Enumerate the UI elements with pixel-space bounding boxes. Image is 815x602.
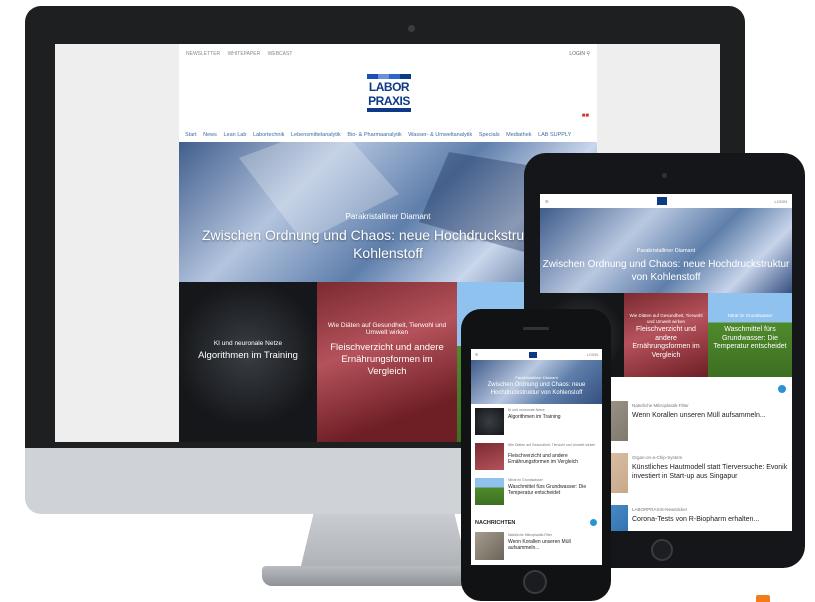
logo-text-line1: LABOR: [368, 80, 410, 94]
list-item[interactable]: KI und neuronale Netze Algorithmen im Tr…: [471, 405, 602, 439]
hero-headline: Zwischen Ordnung und Chaos: neue Hochdru…: [487, 382, 586, 396]
news-thumbnail: [475, 408, 504, 435]
list-item[interactable]: Wie Diäten auf Gesundheit, Tierwohl und …: [471, 440, 602, 474]
tablet-topbar: ☰ LOGIN: [540, 194, 792, 208]
login-link[interactable]: LOGIN: [569, 51, 585, 57]
nav-item-labortechnik[interactable]: Labortechnik: [253, 132, 285, 138]
phone-hero-teaser[interactable]: Parakristalliner Diamant Zwischen Ordnun…: [471, 360, 602, 404]
teaser-tile-diets[interactable]: Wie Diäten auf Gesundheit, Tierwohl und …: [317, 282, 457, 442]
list-item-kicker: LABORPRAXIS-Newsticker: [632, 507, 688, 512]
nav-item-lebensmittelanalytik[interactable]: Lebensmittelanalytik: [291, 132, 341, 138]
list-item-kicker: Natürliche Mikroplastik-Filter: [632, 403, 689, 408]
tablet-logo[interactable]: [656, 197, 667, 205]
logo-bottom-bar: [367, 108, 411, 112]
list-item-kicker: Nitrat im Grundwasser: [508, 478, 543, 482]
nav-item-bio-pharma[interactable]: Bio- & Pharmaanalytik: [347, 132, 401, 138]
list-item-headline: Algorithmen im Training: [508, 414, 561, 420]
nav-item-mediathek[interactable]: Mediathek: [506, 132, 531, 138]
list-item-kicker: KI und neuronale Netze: [508, 408, 545, 412]
logo-text-line2: PRAXIS: [368, 94, 410, 108]
hero-headline: Zwischen Ordnung und Chaos: neue Hochdru…: [542, 259, 790, 283]
tile-kicker: Wie Diäten auf Gesundheit, Tierwohl und …: [629, 313, 703, 324]
iphone-speaker: [523, 327, 549, 330]
list-item-headline: Wenn Korallen unseren Müll aufsammeln...: [632, 412, 766, 419]
language-flags-icon[interactable]: ■■: [582, 113, 589, 119]
tile-headline: Waschmittel fürs Grundwasser: Die Temper…: [713, 326, 787, 350]
nav-item-wasser-umwelt[interactable]: Wasser- & Umweltanalytik: [408, 132, 472, 138]
tile-headline: Fleischverzicht und andere Ernährungsfor…: [330, 342, 444, 377]
imac-camera: [408, 25, 415, 32]
phone-login-link[interactable]: LOGIN: [587, 353, 598, 357]
list-item-headline: Corona-Tests von R-Biopharm erhalten...: [632, 516, 760, 523]
tile-headline: Fleischverzicht und andere Ernährungsfor…: [632, 326, 700, 359]
tablet-login-link[interactable]: LOGIN: [775, 199, 787, 204]
list-item-headline: Fleischverzicht und andere Ernährungsfor…: [508, 453, 579, 465]
desktop-topbar: NEWSLETTER WHITEPAPER WEBCAST LOGIN ⚲: [179, 44, 597, 64]
device-mockup-stage: NEWSLETTER WHITEPAPER WEBCAST LOGIN ⚲ LA…: [0, 0, 815, 602]
list-item-headline: Künstliches Hautmodell statt Tierversuch…: [632, 464, 788, 480]
news-thumbnail: [475, 443, 504, 470]
hamburger-menu-icon[interactable]: ☰: [475, 353, 478, 357]
tile-kicker: Nitrat im Grundwasser: [727, 313, 773, 318]
login-area: LOGIN ⚲: [569, 51, 590, 57]
tablet-tile-diets[interactable]: Wie Diäten auf Gesundheit, Tierwohl und …: [624, 293, 708, 377]
arrow-right-icon[interactable]: [590, 519, 597, 526]
list-item[interactable]: Nitrat im Grundwasser Waschmittel fürs G…: [471, 475, 602, 509]
hero-kicker: Parakristalliner Diamant: [515, 375, 558, 380]
laborpraxis-logo[interactable]: LABOR PRAXIS: [367, 74, 411, 116]
section-title-nachrichten: NACHRICHTEN: [475, 520, 516, 526]
phone-topbar: ☰ LOGIN: [471, 349, 602, 360]
list-item-headline: Waschmittel fürs Grundwasser: Die Temper…: [508, 484, 587, 496]
phone-screen: ☰ LOGIN Parakristalliner Diamant Zwische…: [471, 349, 602, 565]
arrow-right-icon[interactable]: [778, 385, 786, 393]
teaser-tile-ai[interactable]: KI und neuronale Netze Algorithmen im Tr…: [179, 282, 317, 442]
nav-item-start[interactable]: Start: [185, 132, 197, 138]
imac-stand-neck: [300, 514, 468, 570]
iphone-home-button: [523, 570, 547, 594]
iphone-frame: ☰ LOGIN Parakristalliner Diamant Zwische…: [461, 309, 611, 601]
news-thumbnail: [475, 532, 504, 560]
list-item-kicker: Organ-on-a-Chip-System: [632, 455, 683, 460]
ipad-camera: [662, 173, 667, 178]
tile-kicker: Wie Diäten auf Gesundheit, Tierwohl und …: [327, 322, 447, 336]
whitepaper-link[interactable]: WHITEPAPER: [228, 51, 261, 57]
list-item-kicker: Natürliche Mikroplastik-Filter: [508, 533, 553, 537]
tile-kicker: KI und neuronale Netze: [213, 340, 283, 347]
tablet-tile-water[interactable]: Nitrat im Grundwasser Waschmittel fürs G…: [708, 293, 792, 377]
news-thumbnail: [475, 478, 504, 505]
corner-badge: [756, 595, 770, 602]
nav-item-specials[interactable]: Specials: [479, 132, 500, 138]
tile-headline: Algorithmen im Training: [198, 350, 298, 361]
ipad-home-button: [651, 539, 673, 561]
newsletter-link[interactable]: NEWSLETTER: [186, 51, 220, 57]
tablet-hero-teaser[interactable]: Parakristalliner Diamant Zwischen Ordnun…: [540, 208, 792, 293]
search-icon[interactable]: ⚲: [586, 51, 590, 57]
nav-item-lab-supply[interactable]: LAB SUPPLY: [538, 132, 571, 138]
phone-logo[interactable]: [528, 351, 537, 358]
webcast-link[interactable]: WEBCAST: [268, 51, 293, 57]
top-links: NEWSLETTER WHITEPAPER WEBCAST: [186, 51, 298, 57]
nav-item-news[interactable]: News: [203, 132, 217, 138]
list-item[interactable]: Natürliche Mikroplastik-Filter Wenn Kora…: [471, 530, 602, 564]
logo-color-bars: [367, 74, 411, 79]
list-item-kicker: Wie Diäten auf Gesundheit, Tierwohl und …: [508, 443, 596, 447]
hamburger-menu-icon[interactable]: ☰: [545, 199, 549, 204]
hero-kicker: Parakristalliner Diamant: [636, 248, 696, 254]
nav-item-lean-lab[interactable]: Lean Lab: [223, 132, 246, 138]
list-item-headline: Wenn Korallen unseren Müll aufsammeln...: [508, 539, 571, 551]
desktop-main-nav: Start News Lean Lab Labortechnik Lebensm…: [185, 132, 576, 138]
